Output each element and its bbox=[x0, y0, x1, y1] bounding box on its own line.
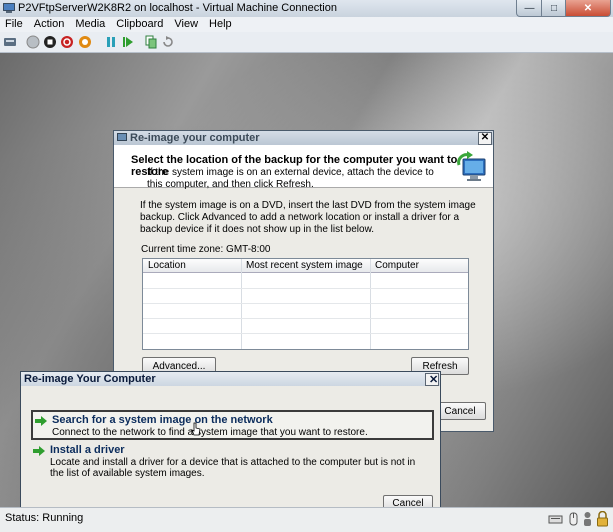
minimize-icon: — bbox=[524, 2, 535, 14]
menu-help[interactable]: Help bbox=[204, 17, 238, 32]
vm-connection-icon bbox=[3, 3, 15, 13]
column-computer[interactable]: Computer bbox=[375, 260, 419, 271]
advanced-options-dialog: Re-image Your Computer ✕ Search for a sy… bbox=[20, 371, 441, 512]
monitor-restore-icon bbox=[457, 151, 486, 181]
reimage-cancel-button[interactable]: Cancel bbox=[434, 402, 486, 420]
column-divider bbox=[370, 259, 371, 349]
status-text: Status: Running bbox=[5, 512, 84, 524]
menu-file[interactable]: File bbox=[0, 17, 29, 32]
person-icon bbox=[584, 512, 591, 526]
row-divider bbox=[143, 318, 468, 319]
search-network-title: Search for a system image on the network bbox=[52, 414, 273, 426]
turn-off-icon[interactable] bbox=[43, 35, 57, 49]
column-recent-image[interactable]: Most recent system image bbox=[246, 260, 363, 271]
menu-clipboard[interactable]: Clipboard bbox=[111, 17, 169, 32]
row-divider bbox=[143, 288, 468, 289]
advanced-dialog-title: Re-image Your Computer bbox=[24, 373, 156, 385]
close-icon: ✕ bbox=[429, 374, 439, 386]
lock-icon bbox=[597, 511, 608, 527]
reset-icon[interactable] bbox=[121, 35, 135, 49]
maximize-button[interactable]: □ bbox=[541, 0, 567, 17]
advanced-close-button[interactable]: ✕ bbox=[425, 373, 439, 386]
mouse-capture-icon bbox=[569, 512, 578, 526]
minimize-button[interactable]: — bbox=[516, 0, 543, 17]
timezone-label: Current time zone: GMT-8:00 bbox=[141, 244, 271, 255]
mouse-cursor-icon bbox=[191, 422, 201, 436]
maximize-icon: □ bbox=[550, 2, 558, 14]
menu-view[interactable]: View bbox=[169, 17, 204, 32]
row-divider bbox=[143, 333, 468, 334]
reimage-dialog-titlebar: Re-image your computer ✕ bbox=[114, 131, 493, 145]
reimage-header: Select the location of the backup for th… bbox=[114, 145, 493, 190]
row-divider bbox=[143, 303, 468, 304]
window-title: P2VFtpServerW2K8R2 on localhost - Virtua… bbox=[18, 2, 337, 14]
green-arrow-icon bbox=[33, 446, 45, 456]
save-state-icon[interactable] bbox=[78, 35, 92, 49]
ctrl-alt-del-icon[interactable] bbox=[3, 35, 17, 49]
advanced-button-label: Advanced... bbox=[152, 360, 206, 372]
column-divider bbox=[241, 259, 242, 349]
search-network-description: Connect to the network to find a system … bbox=[52, 427, 368, 438]
pause-icon[interactable] bbox=[104, 35, 118, 49]
advanced-dialog-titlebar: Re-image Your Computer ✕ bbox=[21, 372, 440, 386]
start-icon[interactable] bbox=[26, 35, 40, 49]
menu-media[interactable]: Media bbox=[70, 17, 111, 32]
restore-icon bbox=[117, 133, 127, 141]
reimage-close-button[interactable]: ✕ bbox=[478, 132, 492, 145]
window-titlebar: P2VFtpServerW2K8R2 on localhost - Virtua… bbox=[0, 0, 613, 18]
revert-icon[interactable] bbox=[161, 35, 175, 49]
reimage-dialog-title: Re-image your computer bbox=[130, 132, 260, 144]
list-header: Location Most recent system image Comput… bbox=[143, 259, 468, 273]
close-button[interactable]: ✕ bbox=[565, 0, 611, 17]
system-image-list[interactable]: Location Most recent system image Comput… bbox=[142, 258, 469, 350]
status-bar: Status: Running bbox=[0, 507, 613, 532]
install-driver-option[interactable]: Install a driver Locate and install a dr… bbox=[31, 444, 430, 480]
column-location[interactable]: Location bbox=[148, 260, 186, 271]
shut-down-icon[interactable] bbox=[60, 35, 74, 49]
reimage-cancel-label: Cancel bbox=[444, 405, 476, 417]
install-driver-title: Install a driver bbox=[50, 444, 125, 456]
menu-action[interactable]: Action bbox=[29, 17, 71, 32]
install-driver-description: Locate and install a driver for a device… bbox=[50, 457, 416, 479]
menu-bar: File Action Media Clipboard View Help bbox=[0, 17, 613, 32]
close-icon: ✕ bbox=[480, 132, 490, 143]
reimage-subtext: If the system image is on an external de… bbox=[147, 167, 434, 190]
refresh-button-label: Refresh bbox=[422, 360, 458, 372]
snapshot-icon[interactable] bbox=[144, 35, 158, 49]
reimage-body-text: If the system image is on a DVD, insert … bbox=[140, 200, 476, 235]
green-arrow-icon bbox=[35, 416, 47, 426]
search-network-option[interactable]: Search for a system image on the network… bbox=[31, 410, 434, 440]
keyboard-icon bbox=[548, 515, 563, 524]
toolbar bbox=[0, 32, 613, 53]
close-icon: ✕ bbox=[583, 2, 593, 14]
